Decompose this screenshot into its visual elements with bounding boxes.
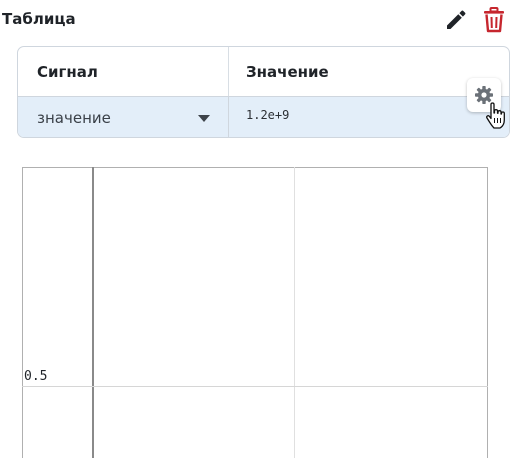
signal-table: Сигнал Значение значение 1.2e+9 [17, 46, 510, 138]
trash-icon [484, 7, 504, 33]
signal-select-value: значение [37, 109, 111, 127]
delete-button[interactable] [480, 6, 508, 34]
edit-button[interactable] [442, 6, 470, 34]
panel-title: Таблица [2, 10, 76, 28]
gear-icon [475, 86, 493, 104]
settings-button[interactable] [467, 78, 501, 112]
table-row: значение 1.2e+9 [18, 96, 509, 137]
panel-header: Таблица [0, 0, 522, 40]
column-header-signal: Сигнал [18, 47, 229, 96]
value-cell: 1.2e+9 [246, 108, 290, 122]
y-tick-label: 0.5 [24, 369, 48, 384]
signal-select[interactable]: значение [18, 97, 229, 137]
caret-down-icon [198, 115, 210, 122]
chart-grid [22, 167, 488, 458]
pencil-icon [447, 10, 466, 29]
chart-area: 0.5 [22, 167, 488, 458]
